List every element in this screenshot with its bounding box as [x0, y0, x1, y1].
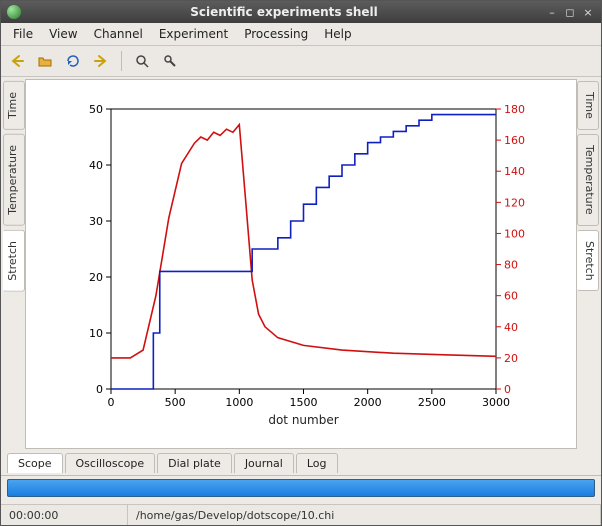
menu-file[interactable]: File	[5, 25, 41, 43]
svg-text:0: 0	[504, 383, 511, 396]
refresh-button[interactable]	[61, 49, 85, 73]
minimize-button[interactable]: –	[545, 5, 559, 19]
chart: 050010001500200025003000dot number010203…	[56, 99, 546, 429]
plot-area: Time Temperature Stretch 050010001500200…	[3, 79, 599, 449]
right-tab-time[interactable]: Time	[577, 81, 599, 130]
statusbar: 00:00:00 /home/gas/Develop/dotscope/10.c…	[1, 504, 601, 525]
tab-journal[interactable]: Journal	[234, 453, 294, 473]
tab-dial-plate[interactable]: Dial plate	[157, 453, 232, 473]
svg-text:0: 0	[108, 396, 115, 409]
plot-frame[interactable]: 050010001500200025003000dot number010203…	[25, 79, 577, 449]
app-icon	[7, 5, 21, 19]
close-button[interactable]: ×	[581, 5, 595, 19]
toolbar	[1, 46, 601, 77]
settings-button[interactable]	[158, 49, 182, 73]
status-path: /home/gas/Develop/dotscope/10.chi	[128, 505, 601, 525]
svg-text:500: 500	[165, 396, 186, 409]
svg-text:60: 60	[504, 290, 518, 303]
forward-button[interactable]	[89, 49, 113, 73]
left-tab-stretch[interactable]: Stretch	[3, 230, 25, 292]
wrench-icon	[162, 53, 178, 69]
progress-strip	[1, 475, 601, 504]
svg-text:40: 40	[89, 159, 103, 172]
magnifier-icon	[134, 53, 150, 69]
window-title: Scientific experiments shell	[27, 5, 541, 19]
left-tab-time[interactable]: Time	[3, 81, 25, 130]
right-tab-temperature[interactable]: Temperature	[577, 134, 599, 226]
tab-oscilloscope[interactable]: Oscilloscope	[65, 453, 156, 473]
arrow-right-icon	[93, 53, 109, 69]
svg-text:2500: 2500	[418, 396, 446, 409]
svg-text:3000: 3000	[482, 396, 510, 409]
svg-text:100: 100	[504, 227, 525, 240]
svg-text:30: 30	[89, 215, 103, 228]
arrow-left-icon	[9, 53, 25, 69]
menu-channel[interactable]: Channel	[86, 25, 151, 43]
svg-text:140: 140	[504, 165, 525, 178]
menu-help[interactable]: Help	[316, 25, 359, 43]
menu-processing[interactable]: Processing	[236, 25, 316, 43]
svg-text:120: 120	[504, 196, 525, 209]
toolbar-separator	[121, 51, 122, 71]
svg-text:20: 20	[89, 271, 103, 284]
tab-scope[interactable]: Scope	[7, 453, 63, 473]
svg-text:10: 10	[89, 327, 103, 340]
folder-open-icon	[37, 53, 53, 69]
menu-experiment[interactable]: Experiment	[151, 25, 236, 43]
menubar: File View Channel Experiment Processing …	[1, 23, 601, 46]
titlebar: Scientific experiments shell – ◻ ×	[1, 1, 601, 23]
progress-bar	[7, 479, 595, 497]
svg-text:160: 160	[504, 134, 525, 147]
svg-text:20: 20	[504, 352, 518, 365]
svg-text:50: 50	[89, 103, 103, 116]
bottom-tabs: Scope Oscilloscope Dial plate Journal Lo…	[3, 449, 599, 473]
svg-text:180: 180	[504, 103, 525, 116]
status-time: 00:00:00	[1, 505, 128, 525]
refresh-icon	[65, 53, 81, 69]
left-tab-temperature[interactable]: Temperature	[3, 134, 25, 226]
svg-text:0: 0	[96, 383, 103, 396]
maximize-button[interactable]: ◻	[563, 5, 577, 19]
svg-text:dot number: dot number	[268, 413, 338, 427]
svg-text:2000: 2000	[354, 396, 382, 409]
svg-text:1000: 1000	[225, 396, 253, 409]
content-area: Time Temperature Stretch 050010001500200…	[1, 77, 601, 475]
open-button[interactable]	[33, 49, 57, 73]
right-side-tabs: Time Temperature Stretch	[577, 79, 599, 449]
svg-text:40: 40	[504, 321, 518, 334]
menu-view[interactable]: View	[41, 25, 85, 43]
back-button[interactable]	[5, 49, 29, 73]
app-window: Scientific experiments shell – ◻ × File …	[0, 0, 602, 526]
zoom-button[interactable]	[130, 49, 154, 73]
tab-log[interactable]: Log	[296, 453, 338, 473]
svg-text:1500: 1500	[290, 396, 318, 409]
left-side-tabs: Time Temperature Stretch	[3, 79, 25, 449]
right-tab-stretch[interactable]: Stretch	[577, 230, 599, 292]
svg-text:80: 80	[504, 259, 518, 272]
